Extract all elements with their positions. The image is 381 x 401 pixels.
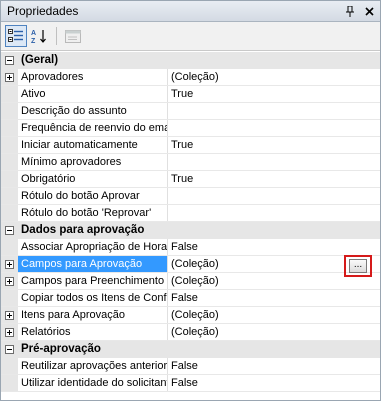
property-name: Iniciar automaticamente	[18, 137, 168, 153]
property-row-obrigatorio[interactable]: Obrigatório True	[1, 171, 380, 188]
property-name: Rótulo do botão Aprovar	[18, 188, 168, 204]
property-name: Frequência de reenvio do ema	[18, 120, 168, 136]
expand-icon[interactable]	[1, 273, 18, 289]
category-label: Pré-aprovação	[21, 343, 101, 355]
property-name: Mínimo aprovadores	[18, 154, 168, 170]
property-value[interactable]: True	[168, 171, 380, 187]
toolbar-separator	[56, 27, 57, 45]
property-name: Descrição do assunto	[18, 103, 168, 119]
property-value[interactable]: False	[168, 358, 380, 374]
svg-text:Z: Z	[31, 38, 36, 44]
property-pages-icon[interactable]	[62, 25, 84, 47]
property-name: Campos para Preenchimento	[18, 273, 168, 289]
property-name: Utilizar identidade do solicitant	[18, 375, 168, 391]
expand-icon[interactable]	[1, 69, 18, 85]
property-row-minimo-aprovadores[interactable]: Mínimo aprovadores	[1, 154, 380, 171]
property-value[interactable]: (Coleção)	[168, 69, 380, 85]
property-name: Associar Apropriação de Horas	[18, 239, 168, 255]
property-name: Ativo	[18, 86, 168, 102]
property-name: Reutilizar aprovações anterior	[18, 358, 168, 374]
property-row-campos-para-aprovacao[interactable]: Campos para Aprovação (Coleção) ...	[1, 255, 380, 277]
property-value[interactable]: (Coleção)	[168, 273, 380, 289]
property-row-iniciar-automaticamente[interactable]: Iniciar automaticamente True	[1, 137, 380, 154]
property-value[interactable]: False	[168, 375, 380, 391]
property-name: Aprovadores	[18, 69, 168, 85]
category-dados-para-aprovacao[interactable]: Dados para aprovação	[1, 222, 380, 239]
category-pre-aprovacao[interactable]: Pré-aprovação	[1, 341, 380, 358]
collapse-icon[interactable]	[1, 341, 18, 357]
properties-panel: Propriedades A Z (Geral) Aprovadores (Co…	[0, 0, 381, 401]
property-row-itens-para-aprovacao[interactable]: Itens para Aprovação (Coleção)	[1, 307, 380, 324]
property-row-relatorios[interactable]: Relatórios (Coleção)	[1, 324, 380, 341]
property-name: Obrigatório	[18, 171, 168, 187]
property-value[interactable]	[168, 154, 380, 170]
property-value[interactable]	[168, 120, 380, 136]
property-name: Relatórios	[18, 324, 168, 340]
property-value[interactable]: True	[168, 137, 380, 153]
property-row-frequencia-reenvio[interactable]: Frequência de reenvio do ema	[1, 120, 380, 137]
property-value[interactable]: False	[168, 290, 380, 306]
property-grid: (Geral) Aprovadores (Coleção) Ativo True…	[1, 52, 380, 392]
property-value[interactable]: (Coleção)	[168, 307, 380, 323]
toolbar: A Z	[1, 22, 380, 51]
property-row-descricao-assunto[interactable]: Descrição do assunto	[1, 103, 380, 120]
property-row-rotulo-aprovar[interactable]: Rótulo do botão Aprovar	[1, 188, 380, 205]
pin-icon[interactable]	[342, 3, 358, 19]
category-geral[interactable]: (Geral)	[1, 52, 380, 69]
panel-title: Propriedades	[7, 4, 79, 18]
property-row-rotulo-reprovar[interactable]: Rótulo do botão 'Reprovar'	[1, 205, 380, 222]
categorized-view-icon[interactable]	[5, 25, 27, 47]
expand-icon[interactable]	[1, 324, 18, 340]
property-name: Campos para Aprovação	[18, 256, 168, 272]
property-name: Itens para Aprovação	[18, 307, 168, 323]
svg-text:A: A	[31, 30, 36, 37]
category-label: Dados para aprovação	[21, 224, 145, 236]
expand-icon[interactable]	[1, 307, 18, 323]
close-icon[interactable]	[361, 3, 377, 19]
collapse-icon[interactable]	[1, 52, 18, 68]
property-value[interactable]: (Coleção)	[168, 324, 380, 340]
property-name: Copiar todos os Itens de Conf	[18, 290, 168, 306]
property-row-associar-apropriacao[interactable]: Associar Apropriação de Horas False	[1, 239, 380, 256]
title-bar: Propriedades	[1, 1, 380, 22]
property-row-reutilizar-aprovacoes[interactable]: Reutilizar aprovações anterior False	[1, 358, 380, 375]
property-name: Rótulo do botão 'Reprovar'	[18, 205, 168, 221]
property-row-utilizar-identidade[interactable]: Utilizar identidade do solicitant False	[1, 375, 380, 392]
property-value[interactable]: False	[168, 239, 380, 255]
expand-icon[interactable]	[1, 256, 18, 272]
property-value[interactable]	[168, 188, 380, 204]
collection-editor-button[interactable]: ...	[349, 259, 367, 273]
sort-alphabetical-icon[interactable]: A Z	[29, 25, 51, 47]
category-label: (Geral)	[21, 54, 59, 66]
property-value[interactable]	[168, 205, 380, 221]
property-row-campos-para-preenchimento[interactable]: Campos para Preenchimento (Coleção)	[1, 273, 380, 290]
collapse-icon[interactable]	[1, 222, 18, 238]
property-row-aprovadores[interactable]: Aprovadores (Coleção)	[1, 69, 380, 86]
property-row-copiar-itens-conf[interactable]: Copiar todos os Itens de Conf False	[1, 290, 380, 307]
property-value[interactable]	[168, 103, 380, 119]
property-row-ativo[interactable]: Ativo True	[1, 86, 380, 103]
property-value[interactable]: True	[168, 86, 380, 102]
